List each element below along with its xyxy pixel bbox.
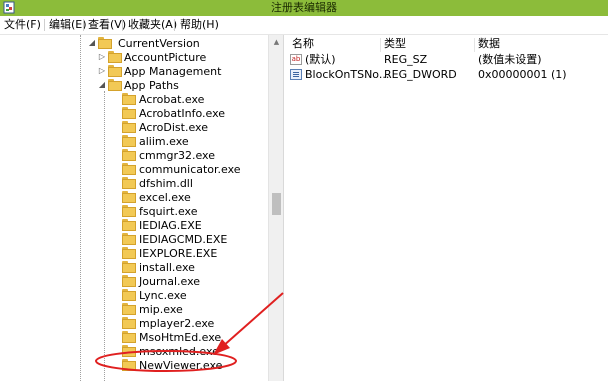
tree-node-label: Acrobat.exe — [139, 93, 205, 106]
value-row[interactable]: ab (默认) REG_SZ (数值未设置) — [288, 53, 608, 68]
column-divider[interactable] — [474, 38, 475, 52]
folder-icon — [122, 303, 136, 315]
value-type: REG_SZ — [384, 53, 428, 66]
tree-node-label: IEDIAGCMD.EXE — [139, 233, 228, 246]
folder-icon — [122, 247, 136, 259]
tree-node-label: AccountPicture — [124, 51, 207, 64]
folder-icon — [108, 65, 122, 77]
title-bar: 注册表编辑器 — [0, 0, 608, 16]
folder-icon — [108, 79, 122, 91]
menu-view[interactable]: 查看(V) — [88, 18, 126, 32]
value-name: (默认) — [305, 53, 336, 66]
registry-tree[interactable]: ◢ CurrentVersion ▷ AccountPicture ▷ App Man… — [0, 35, 268, 381]
tree-node-label: Lync.exe — [139, 289, 187, 302]
expand-arrow-icon[interactable]: ▷ — [98, 52, 106, 62]
value-data: 0x00000001 (1) — [478, 68, 567, 81]
folder-icon — [122, 317, 136, 329]
tree-node-label: dfshim.dll — [139, 177, 193, 190]
value-name: BlockOnTSNo... — [305, 68, 390, 81]
string-value-icon: ab — [290, 54, 302, 65]
scroll-thumb[interactable] — [272, 193, 281, 215]
menu-separator — [174, 19, 175, 31]
tree-node-label: CurrentVersion — [118, 37, 200, 50]
folder-icon — [122, 149, 136, 161]
tree-node-label: cmmgr32.exe — [139, 149, 215, 162]
folder-icon — [122, 359, 136, 371]
tree-node-label: Journal.exe — [139, 275, 201, 288]
value-row[interactable]: BlockOnTSNo... REG_DWORD 0x00000001 (1) — [288, 68, 608, 83]
menu-edit[interactable]: 编辑(E) — [49, 18, 87, 32]
tree-node-label: AcroDist.exe — [139, 121, 208, 134]
tree-node-label: AcrobatInfo.exe — [139, 107, 226, 120]
value-list[interactable]: 名称 类型 数据 ab (默认) REG_SZ (数值未设置) BlockOnTSNo.… — [288, 35, 608, 381]
tree-node-label: msoxmled.exe — [139, 345, 219, 358]
folder-icon — [122, 345, 136, 357]
collapse-arrow-icon[interactable]: ◢ — [98, 80, 106, 90]
tree-node-label: aliim.exe — [139, 135, 189, 148]
tree-node-label: communicator.exe — [139, 163, 241, 176]
expand-arrow-icon[interactable]: ◢ — [88, 38, 96, 48]
tree-node-label: App Management — [124, 65, 222, 78]
folder-icon — [122, 275, 136, 287]
tree-node-label: NewViewer.exe — [139, 359, 223, 372]
menu-file[interactable]: 文件(F) — [4, 18, 41, 32]
folder-icon — [122, 233, 136, 245]
menu-help[interactable]: 帮助(H) — [180, 18, 219, 32]
folder-icon — [98, 37, 112, 49]
tree-node-label: App Paths — [124, 79, 179, 92]
column-header-type[interactable]: 类型 — [384, 37, 406, 51]
folder-icon — [122, 331, 136, 343]
tree-node-label: mip.exe — [139, 303, 183, 316]
tree-guide-line — [104, 91, 105, 381]
menu-separator — [83, 19, 84, 31]
folder-icon — [122, 289, 136, 301]
binary-value-icon — [290, 69, 302, 80]
menu-favorites[interactable]: 收藏夹(A) — [128, 18, 177, 32]
tree-node-label: IEXPLORE.EXE — [139, 247, 218, 260]
scroll-up-icon[interactable]: ▲ — [269, 35, 284, 50]
tree-node-label: install.exe — [139, 261, 195, 274]
folder-icon — [122, 191, 136, 203]
tree-guide-line — [80, 35, 81, 381]
column-header-name[interactable]: 名称 — [292, 37, 314, 51]
value-data: (数值未设置) — [478, 53, 542, 66]
folder-icon — [122, 107, 136, 119]
folder-icon — [108, 51, 122, 63]
menu-bar: 文件(F) 编辑(E) 查看(V) 收藏夹(A) 帮助(H) — [0, 16, 608, 35]
folder-icon — [122, 163, 136, 175]
folder-icon — [122, 93, 136, 105]
tree-node-label: mplayer2.exe — [139, 317, 215, 330]
menu-separator — [44, 19, 45, 31]
menu-separator — [122, 19, 123, 31]
window-title: 注册表编辑器 — [271, 1, 337, 14]
folder-icon — [122, 121, 136, 133]
expand-arrow-icon[interactable]: ▷ — [98, 66, 106, 76]
value-type: REG_DWORD — [384, 68, 457, 81]
folder-icon — [122, 219, 136, 231]
folder-icon — [122, 205, 136, 217]
tree-node-label: excel.exe — [139, 191, 191, 204]
folder-icon — [122, 177, 136, 189]
tree-node-label: IEDIAG.EXE — [139, 219, 202, 232]
column-header-data[interactable]: 数据 — [478, 37, 500, 51]
folder-icon — [122, 135, 136, 147]
folder-icon — [122, 261, 136, 273]
tree-scrollbar[interactable]: ▲ — [268, 35, 284, 381]
tree-node-label: MsoHtmEd.exe — [139, 331, 222, 344]
column-divider[interactable] — [380, 38, 381, 52]
tree-node-label: fsquirt.exe — [139, 205, 198, 218]
